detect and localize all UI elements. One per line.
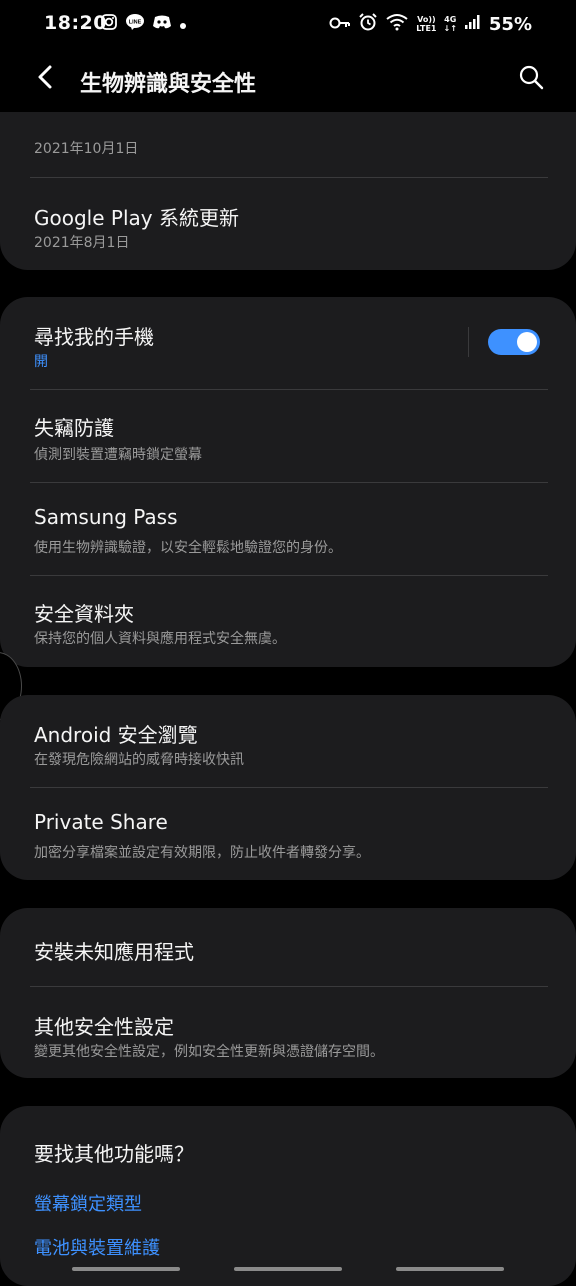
network-indicator: 4G ↓↑ — [444, 15, 457, 33]
updates-card: 2021年10月1日 Google Play 系統更新 2021年8月1日 — [0, 112, 576, 270]
browsing-card: Android 安全瀏覽 在發現危險網站的威脅時接收快訊 Private Sha… — [0, 695, 576, 880]
google-play-update-row[interactable]: Google Play 系統更新 2021年8月1日 — [0, 178, 576, 270]
private-share-row[interactable]: Private Share 加密分享檔案並設定有效期限，防止收件者轉發分享。 — [0, 788, 576, 880]
theft-protection-title: 失竊防護 — [34, 416, 114, 440]
security-card: 尋找我的手機 開 失竊防護 偵測到裝置遭竊時鎖定螢幕 Samsung Pass … — [0, 297, 576, 667]
search-icon — [518, 64, 544, 94]
system-icons: Vo)) LTE1 4G ↓↑ 55% — [329, 12, 532, 36]
suggestions-heading: 要找其他功能嗎？ — [34, 1142, 194, 1166]
line-icon: LINE — [125, 13, 145, 35]
theft-protection-row[interactable]: 失竊防護 偵測到裝置遭竊時鎖定螢幕 — [0, 390, 576, 482]
app-header: 生物辨識與安全性 — [0, 48, 576, 112]
toggle-divider — [468, 327, 469, 357]
navigation-bar — [0, 1262, 576, 1280]
install-unknown-apps-row[interactable]: 安裝未知應用程式 — [0, 908, 576, 986]
search-button[interactable] — [516, 64, 546, 94]
status-bar: 18:20 LINE Vo)) LTE1 4G ↓↑ 55% — [0, 0, 576, 48]
home-nav-line[interactable] — [234, 1267, 342, 1271]
dot-icon — [179, 15, 187, 34]
google-play-update-date: 2021年8月1日 — [34, 235, 130, 251]
secure-folder-title: 安全資料夾 — [34, 602, 134, 626]
find-my-phone-status: 開 — [34, 354, 48, 370]
google-play-update-title: Google Play 系統更新 — [34, 206, 239, 230]
secure-folder-row[interactable]: 安全資料夾 保持您的個人資料與應用程式安全無虞。 — [0, 576, 576, 667]
other-security-settings-row[interactable]: 其他安全性設定 變更其他安全性設定，例如安全性更新與憑證儲存空間。 — [0, 987, 576, 1078]
toggle-knob — [517, 332, 537, 352]
safe-browsing-title: Android 安全瀏覽 — [34, 723, 198, 747]
volte-indicator: Vo)) LTE1 — [416, 15, 436, 33]
volte-top-label: Vo)) — [417, 15, 436, 24]
safe-browsing-row[interactable]: Android 安全瀏覽 在發現危險網站的威脅時接收快訊 — [0, 695, 576, 787]
network-activity-label: ↓↑ — [443, 24, 457, 33]
instagram-icon — [100, 13, 118, 35]
volte-bottom-label: LTE1 — [416, 24, 437, 33]
theft-protection-subtitle: 偵測到裝置遭竊時鎖定螢幕 — [34, 447, 202, 463]
key-icon — [329, 15, 351, 34]
battery-device-care-link[interactable]: 電池與裝置維護 — [34, 1234, 160, 1260]
battery-level: 55% — [488, 13, 532, 35]
other-security-settings-title: 其他安全性設定 — [34, 1015, 174, 1039]
back-button[interactable] — [30, 64, 60, 94]
safe-browsing-subtitle: 在發現危險網站的威脅時接收快訊 — [34, 752, 244, 768]
private-share-subtitle: 加密分享檔案並設定有效期限，防止收件者轉發分享。 — [34, 845, 370, 861]
find-my-phone-row[interactable]: 尋找我的手機 開 — [0, 297, 576, 389]
security-update-row[interactable]: 2021年10月1日 — [0, 112, 576, 176]
samsung-pass-row[interactable]: Samsung Pass 使用生物辨識驗證，以安全輕鬆地驗證您的身份。 — [0, 483, 576, 575]
private-share-title: Private Share — [34, 810, 168, 834]
secure-folder-subtitle: 保持您的個人資料與應用程式安全無虞。 — [34, 631, 286, 647]
wifi-icon — [385, 13, 409, 35]
install-unknown-apps-title: 安裝未知應用程式 — [34, 940, 194, 964]
samsung-pass-subtitle: 使用生物辨識驗證，以安全輕鬆地驗證您的身份。 — [34, 540, 342, 556]
page-title: 生物辨識與安全性 — [80, 72, 257, 97]
discord-icon — [152, 14, 172, 34]
find-my-phone-title: 尋找我的手機 — [34, 325, 154, 349]
find-my-phone-toggle[interactable] — [488, 329, 540, 355]
status-time: 18:20 — [44, 12, 107, 34]
network-type-label: 4G — [444, 15, 457, 24]
suggestions-card: 要找其他功能嗎？ 螢幕鎖定類型 電池與裝置維護 — [0, 1106, 576, 1286]
other-card: 安裝未知應用程式 其他安全性設定 變更其他安全性設定，例如安全性更新與憑證儲存空… — [0, 908, 576, 1078]
screen-lock-type-link[interactable]: 螢幕鎖定類型 — [34, 1190, 142, 1216]
back-arrow-icon — [35, 64, 55, 94]
security-update-date: 2021年10月1日 — [34, 141, 139, 157]
samsung-pass-title: Samsung Pass — [34, 505, 178, 529]
svg-text:LINE: LINE — [129, 20, 142, 26]
signal-icon — [464, 14, 482, 34]
other-security-settings-subtitle: 變更其他安全性設定，例如安全性更新與憑證儲存空間。 — [34, 1044, 384, 1060]
back-nav-line[interactable] — [396, 1267, 504, 1271]
recents-nav-line[interactable] — [72, 1267, 180, 1271]
notification-icons: LINE — [100, 13, 187, 35]
alarm-icon — [358, 12, 378, 36]
